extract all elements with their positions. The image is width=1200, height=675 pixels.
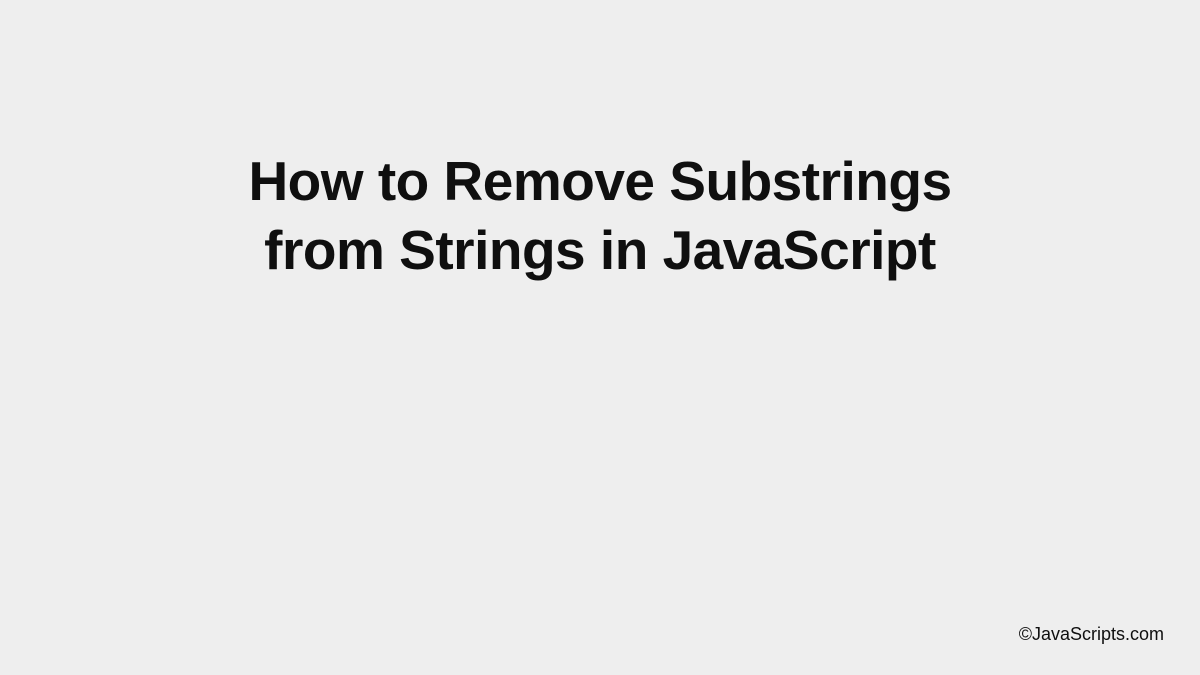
title-line-1: How to Remove Substrings — [248, 150, 951, 212]
attribution-text: ©JavaScripts.com — [1019, 624, 1164, 645]
page-title: How to Remove Substrings from Strings in… — [0, 147, 1200, 285]
title-container: How to Remove Substrings from Strings in… — [0, 147, 1200, 285]
title-line-2: from Strings in JavaScript — [264, 219, 936, 281]
